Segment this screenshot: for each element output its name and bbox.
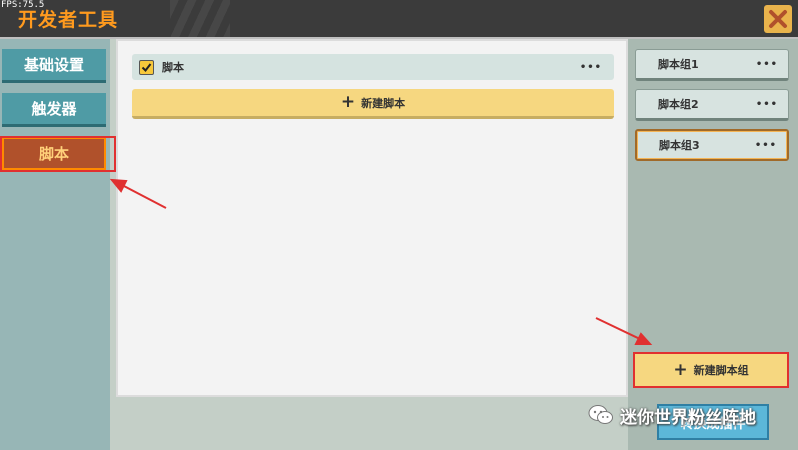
- plus-icon: +: [673, 359, 688, 380]
- script-enable-checkbox[interactable]: [139, 59, 154, 75]
- more-options-icon[interactable]: •••: [756, 59, 778, 70]
- script-group-panel: 脚本组1 ••• 脚本组2 ••• 脚本组3 ••• + 新建脚本组: [628, 39, 798, 450]
- more-options-icon[interactable]: •••: [755, 140, 777, 151]
- new-script-group-label: 新建脚本组: [693, 364, 749, 377]
- script-group-label: 脚本组3: [659, 139, 700, 152]
- watermark: 迷你世界粉丝阵地: [588, 400, 756, 430]
- close-icon: [769, 10, 787, 28]
- plus-icon: +: [340, 92, 356, 112]
- script-group-label: 脚本组2: [658, 98, 699, 111]
- sidebar-item-label: 基础设置: [23, 56, 84, 74]
- sidebar-item-label: 触发器: [31, 100, 77, 118]
- script-group-item[interactable]: 脚本组2 •••: [635, 89, 789, 121]
- close-button[interactable]: [764, 5, 792, 33]
- sidebar-item-scripts[interactable]: 脚本: [2, 137, 106, 171]
- script-list-panel: 脚本 ••• + 新建脚本: [116, 39, 628, 397]
- window-title: 开发者工具: [18, 9, 119, 31]
- new-script-button[interactable]: + 新建脚本: [132, 89, 614, 119]
- sidebar-item-triggers[interactable]: 触发器: [2, 93, 106, 127]
- new-script-group-button[interactable]: + 新建脚本组: [633, 352, 789, 388]
- watermark-text: 迷你世界粉丝阵地: [620, 407, 756, 428]
- wechat-icon: [588, 405, 613, 424]
- more-options-icon[interactable]: •••: [580, 62, 602, 73]
- more-options-icon[interactable]: •••: [756, 99, 778, 110]
- checkmark-icon: [141, 62, 152, 72]
- script-group-item[interactable]: 脚本组1 •••: [635, 49, 789, 81]
- title-bar: FPS:75.5 开发者工具: [0, 0, 798, 37]
- script-group-item-selected[interactable]: 脚本组3 •••: [635, 129, 789, 161]
- new-script-label: 新建脚本: [361, 96, 406, 110]
- script-name: 脚本: [162, 61, 184, 74]
- sidebar-item-basic-settings[interactable]: 基础设置: [2, 49, 106, 83]
- script-row[interactable]: 脚本 •••: [132, 54, 614, 80]
- title-bar-decoration: [170, 0, 230, 37]
- script-group-label: 脚本组1: [658, 58, 699, 71]
- sidebar-item-label: 脚本: [38, 145, 69, 163]
